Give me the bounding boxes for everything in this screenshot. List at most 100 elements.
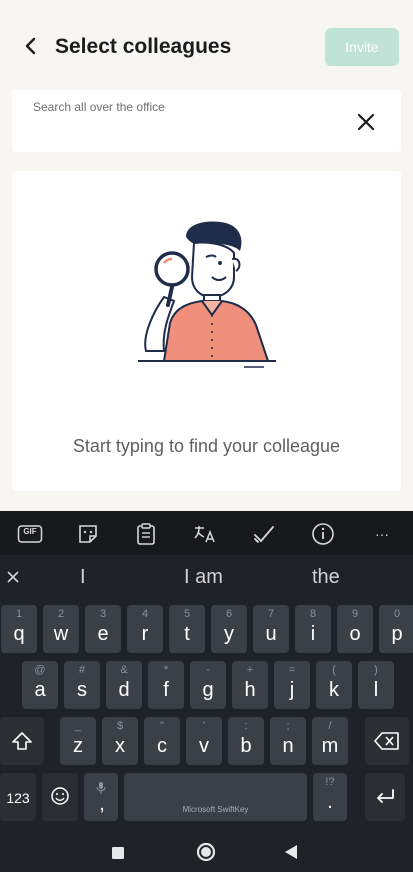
key-letter: r [141,623,149,645]
key-hint: 5 [183,608,191,620]
shift-icon [11,731,33,757]
search-box[interactable]: Search all over the office [12,90,401,152]
enter-icon [373,787,397,813]
search-input[interactable] [33,118,333,144]
key-a[interactable]: @ a [22,661,58,709]
key-letter: h [244,679,256,701]
key-hint: * [163,664,169,676]
period-key[interactable]: !? . [313,773,347,821]
key-hint: 1 [15,608,23,620]
key-letter: k [329,679,339,701]
key-letter: b [240,735,252,757]
key-x[interactable]: $ x [102,717,138,765]
key-f[interactable]: * f [148,661,184,709]
key-hint: " [160,720,164,732]
key-hint: 9 [351,608,359,620]
gif-icon[interactable]: GIF [17,522,43,546]
key-hint: ' [202,720,206,732]
key-k[interactable]: (k [316,661,352,709]
key-hint: 8 [309,608,317,620]
key-p[interactable]: 0p [379,605,413,653]
key-hint: ; [286,720,290,732]
key-letter: m [321,735,339,757]
key-h[interactable]: + h [232,661,268,709]
key-letter: g [202,679,214,701]
more-icon[interactable]: ··· [370,522,394,546]
backspace-key[interactable] [365,717,409,765]
key-123[interactable]: 123 [0,773,36,821]
key-n[interactable]: ; n [270,717,306,765]
info-icon[interactable] [311,522,335,546]
key-letter: x [115,735,125,757]
key-hint: = [288,664,296,676]
key-s[interactable]: # s [64,661,100,709]
key-letter: f [163,679,169,701]
clipboard-icon[interactable] [134,522,158,546]
enter-key[interactable] [365,773,405,821]
key-c[interactable]: " c [144,717,180,765]
key-o[interactable]: 9o [337,605,373,653]
shift-key[interactable] [0,717,44,765]
key-letter: s [77,679,87,701]
key-letter: i [310,623,316,645]
key-letter: w [53,623,69,645]
key-letter: d [118,679,130,701]
collapse-icon[interactable] [6,570,20,584]
key-d[interactable]: & d [106,661,142,709]
magnifier-person-illustration [124,219,290,379]
back-nav-icon[interactable] [284,845,298,864]
key-letter: c [157,735,167,757]
key-y[interactable]: 6y [211,605,247,653]
key-letter: n [282,735,294,757]
translate-icon[interactable] [193,522,217,546]
key-b[interactable]: :b [228,717,264,765]
suggestion-1[interactable]: I [80,566,86,589]
keyboard-toolbar: GIF ··· [0,511,413,555]
suggestion-bar: I I am the [0,558,413,598]
key-t[interactable]: 5t [169,605,205,653]
key-hint: # [78,664,86,676]
key-hint: 6 [225,608,233,620]
emoji-key[interactable] [42,773,78,821]
key-i[interactable]: 8i [295,605,331,653]
key-q[interactable]: 1q [1,605,37,653]
suggestion-3[interactable]: the [312,566,340,589]
key-j[interactable]: = j [274,661,310,709]
app-header: Select colleagues Invite [0,0,413,90]
home-icon[interactable] [196,842,216,867]
key-g[interactable]: -g [190,661,226,709]
space-bar[interactable]: Microsoft SwiftKey [124,773,307,821]
check-icon[interactable] [252,522,276,546]
empty-state-message: Start typing to find your colleague [72,436,341,456]
key-z[interactable]: _ z [60,717,96,765]
system-nav-bar [0,831,413,872]
comma-key[interactable]: , [84,773,118,821]
suggestion-2[interactable]: I am [184,566,223,589]
empty-state-card: Start typing to find your colleague [12,171,401,491]
key-v[interactable]: ' v [186,717,222,765]
key-letter: o [349,623,361,645]
recents-icon[interactable] [112,846,124,864]
key-hint: _ [74,720,82,732]
key-e[interactable]: 3e [85,605,121,653]
key-letter: p [391,623,403,645]
key-l[interactable]: ) l [358,661,394,709]
key-hint: + [246,664,254,676]
back-arrow-icon[interactable] [18,33,44,59]
key-hint: - [206,664,210,676]
key-hint: ( [332,664,336,676]
key-r[interactable]: 4r [127,605,163,653]
key-u[interactable]: 7u [253,605,289,653]
key-letter: l [373,679,379,701]
sticker-icon[interactable] [76,522,100,546]
key-letter: v [199,735,209,757]
key-letter: z [73,735,83,757]
key-hint: $ [116,720,124,732]
invite-button[interactable]: Invite [325,28,399,66]
close-icon[interactable] [354,110,378,134]
key-w[interactable]: 2w [43,605,79,653]
search-label: Search all over the office [33,100,165,114]
key-hint: 2 [57,608,65,620]
key-letter: t [184,623,190,645]
key-m[interactable]: / m [312,717,348,765]
